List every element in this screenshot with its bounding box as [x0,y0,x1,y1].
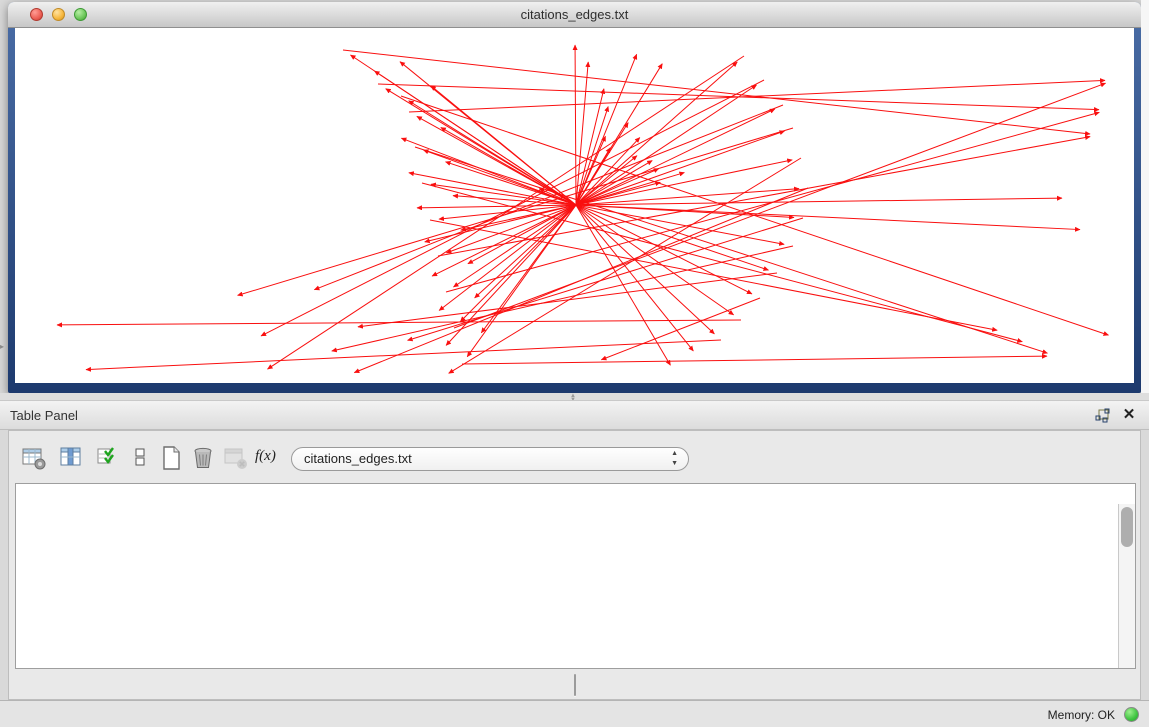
cytoscape-desktop: { "window": { "title": "citations_edges.… [0,0,1149,727]
network-canvas-frame [15,28,1134,383]
table-tabs [9,674,1140,698]
row-height-icon[interactable] [126,443,156,473]
table-options-icon[interactable] [19,443,49,473]
table-panel-header: Table Panel ✕ [0,400,1149,430]
edge[interactable] [409,80,1105,112]
edge[interactable] [401,138,576,205]
dropdown-arrows-icon: ▲▼ [671,449,678,469]
edge[interactable] [343,50,1090,134]
panel-collapse-arrow[interactable]: ▸ [0,341,7,352]
edge[interactable] [57,320,741,325]
status-bar: Memory: OK [0,700,1149,727]
memory-status-icon[interactable] [1124,707,1139,722]
import-table-icon[interactable] [221,443,251,473]
edge[interactable] [575,45,576,205]
create-table-icon[interactable] [157,443,187,473]
edge[interactable] [430,220,997,330]
edge[interactable] [86,340,721,370]
memory-status-label: Memory: OK [1048,708,1115,722]
background-window-strip [1141,0,1149,400]
edge[interactable] [415,147,1047,353]
window-title: citations_edges.txt [8,7,1141,22]
scrollbar-thumb[interactable] [1121,507,1133,547]
network-view-window: citations_edges.txt [8,2,1141,393]
vertical-scrollbar[interactable] [1118,504,1135,669]
edge[interactable] [601,298,760,360]
table-panel-body: f(x) citations_edges.txt ▲▼ [8,430,1141,700]
edge[interactable] [453,205,576,287]
edge[interactable] [462,356,1047,364]
edge[interactable] [576,205,734,315]
edge[interactable] [576,205,693,351]
edge[interactable] [261,80,764,336]
table-panel-title: Table Panel [10,408,78,423]
float-panel-icon[interactable] [1095,408,1111,424]
edge[interactable] [358,273,777,327]
table-select-dropdown[interactable]: citations_edges.txt ▲▼ [291,447,689,471]
delete-table-icon[interactable] [189,443,219,473]
split-handle-icon[interactable]: ▲▼ [567,394,579,399]
edge[interactable] [432,205,576,276]
select-rows-icon[interactable] [93,443,123,473]
edge[interactable] [446,205,576,345]
function-builder-icon[interactable]: f(x) [255,447,285,477]
edge[interactable] [374,71,576,205]
show-columns-icon[interactable] [57,443,87,473]
edge[interactable] [576,161,652,205]
edge[interactable] [576,62,588,205]
split-divider[interactable]: ▲▼ [0,393,1149,400]
node-table [15,483,1136,669]
close-panel-icon[interactable]: ✕ [1121,406,1137,424]
window-titlebar[interactable]: citations_edges.txt [8,2,1141,28]
edge[interactable] [401,96,1108,335]
edge[interactable] [332,246,793,351]
network-canvas[interactable] [15,28,1134,383]
edge[interactable] [314,105,783,290]
table-toolbar: f(x) citations_edges.txt ▲▼ [9,441,1140,477]
table-select-value: citations_edges.txt [304,451,412,466]
